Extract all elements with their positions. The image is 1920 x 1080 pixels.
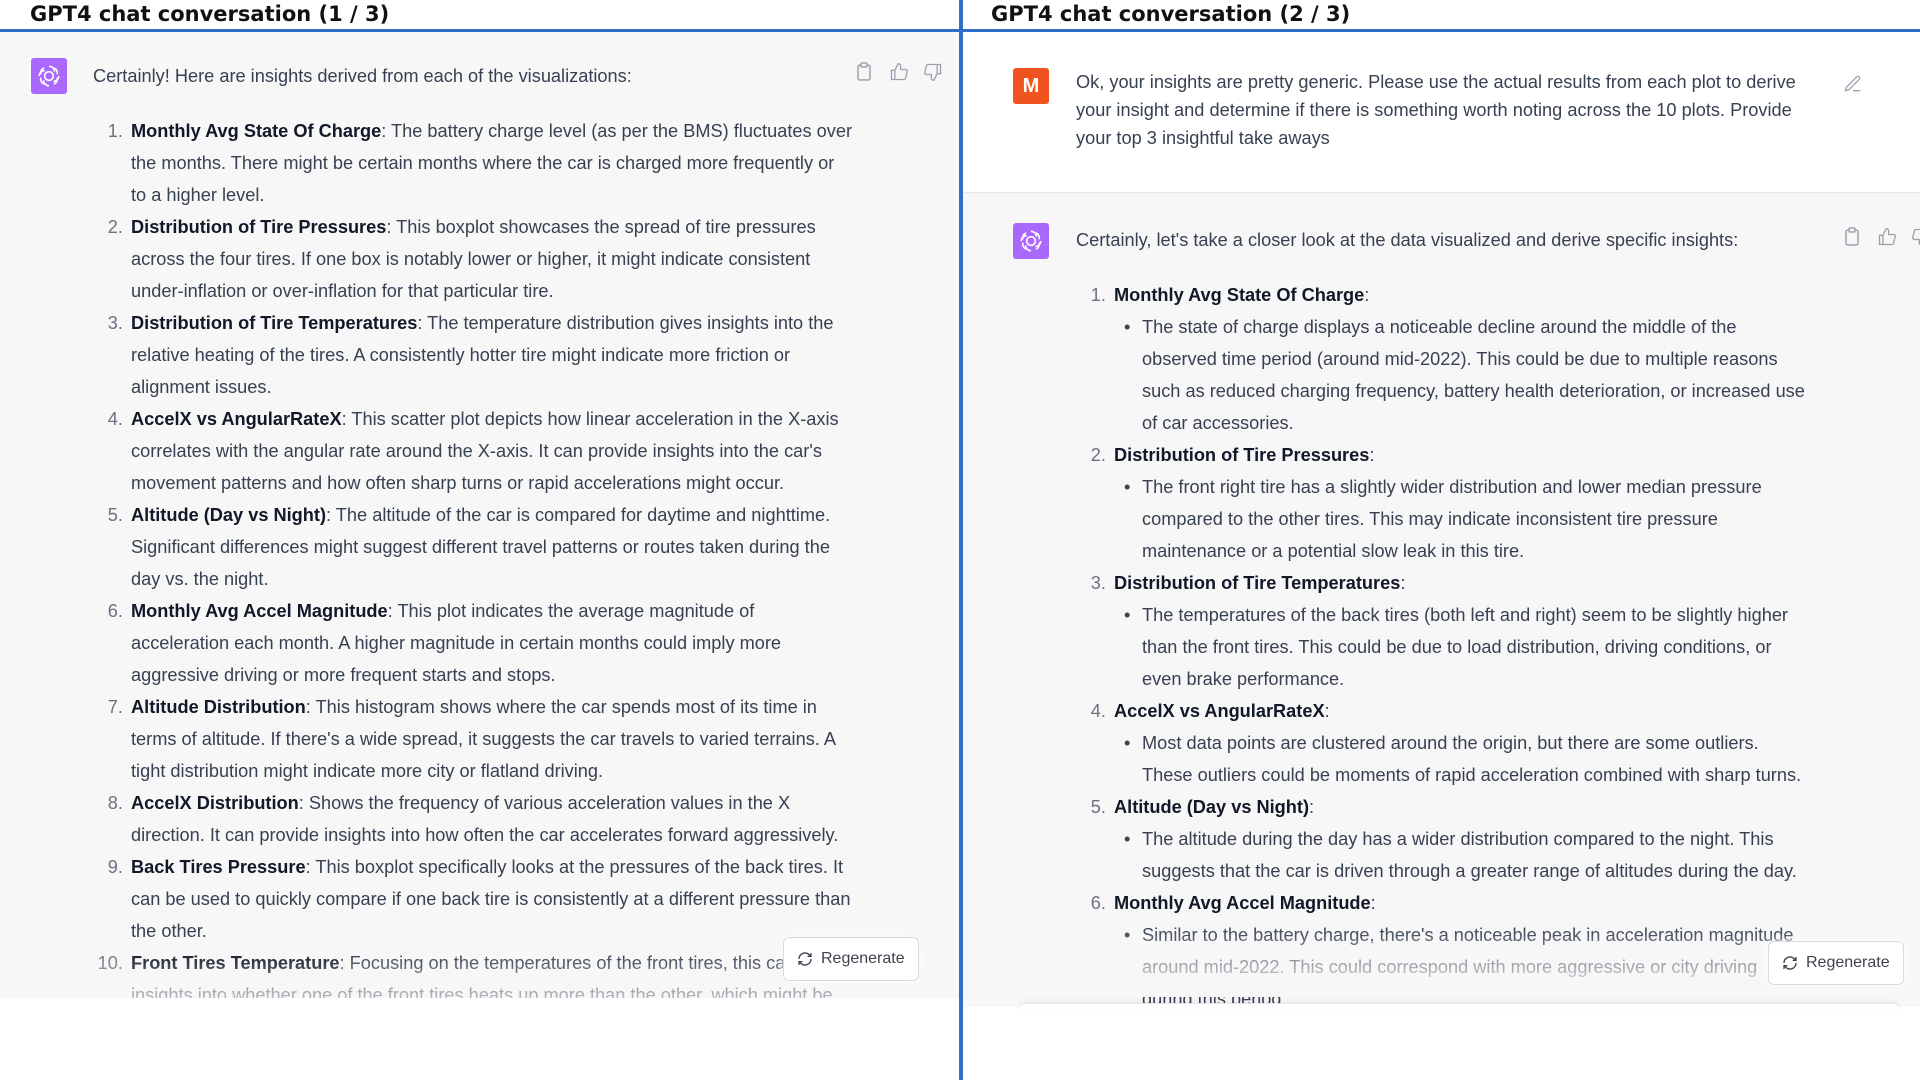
insight-item: Front Tires Temperature: Focusing on the…	[128, 947, 853, 998]
chat-area[interactable]: M Ok, your insights are pretty generic. …	[963, 32, 1920, 1007]
insight-title: Monthly Avg Accel Magnitude	[1114, 893, 1371, 913]
panel-conversation-2: GPT4 chat conversation (2 / 3) M Ok, you…	[963, 0, 1920, 1080]
chat-area[interactable]: Certainly! Here are insights derived fro…	[0, 32, 959, 998]
regenerate-label: Regenerate	[1806, 954, 1890, 971]
insight-item: Monthly Avg State Of Charge: The state of…	[1111, 279, 1811, 439]
user-message-text: Ok, your insights are pretty generic. Pl…	[1076, 72, 1796, 148]
edit-icon[interactable]	[1843, 74, 1863, 94]
openai-logo-icon	[1020, 230, 1042, 252]
insight-title: Back Tires Pressure	[131, 857, 306, 877]
thumbs-up-icon[interactable]	[1877, 227, 1897, 247]
insight-item: Distribution of Tire Pressures: This box…	[128, 211, 853, 307]
message-actions	[1843, 227, 1920, 247]
user-message-actions	[1843, 74, 1863, 94]
insight-title: Monthly Avg Accel Magnitude	[131, 601, 388, 621]
insight-title: AccelX Distribution	[131, 793, 299, 813]
thumbs-down-icon[interactable]	[1911, 227, 1920, 247]
insight-title-suffix: :	[1364, 285, 1370, 305]
user-avatar: M	[1013, 68, 1049, 104]
input-area	[0, 998, 959, 1080]
insight-title-suffix: :	[1309, 797, 1315, 817]
assistant-message-text: Certainly! Here are insights derived fro…	[93, 60, 853, 998]
insight-bullet: The temperatures of the back tires (both…	[1124, 599, 1811, 695]
insight-item: AccelX Distribution: Shows the frequency…	[128, 787, 853, 851]
panel-title: GPT4 chat conversation (2 / 3)	[963, 0, 1920, 32]
insight-bullets: The state of charge displays a noticeabl…	[1114, 311, 1811, 439]
insight-item: Distribution of Tire Temperatures: The te…	[1111, 567, 1811, 695]
insight-title: Distribution of Tire Temperatures	[131, 313, 418, 333]
insight-title: Altitude (Day vs Night)	[1114, 797, 1310, 817]
insight-bullet: The front right tire has a slightly wide…	[1124, 471, 1811, 567]
intro-text: Certainly, let's take a closer look at t…	[1076, 230, 1739, 250]
intro-text: Certainly! Here are insights derived fro…	[93, 66, 632, 86]
insight-title-suffix: :	[1400, 573, 1406, 593]
user-message: M Ok, your insights are pretty generic. …	[963, 32, 1920, 193]
insight-title: Monthly Avg State Of Charge	[131, 121, 382, 141]
input-box-edge[interactable]	[1018, 1003, 1900, 1012]
insight-item: Altitude (Day vs Night): The altitude dur…	[1111, 791, 1811, 887]
insight-item: Distribution of Tire Pressures: The front…	[1111, 439, 1811, 567]
insight-bullets: The temperatures of the back tires (both…	[1114, 599, 1811, 695]
regenerate-label: Regenerate	[821, 950, 905, 967]
panel-title: GPT4 chat conversation (1 / 3)	[0, 0, 959, 32]
insight-title: Distribution of Tire Pressures	[131, 217, 387, 237]
insight-title: Altitude Distribution	[131, 697, 306, 717]
insights-list: Monthly Avg State Of Charge: The battery…	[93, 115, 853, 998]
insight-title: AccelX vs AngularRateX	[1114, 701, 1325, 721]
insight-item: AccelX vs AngularRateX: Most data points …	[1111, 695, 1811, 791]
panel-conversation-1: GPT4 chat conversation (1 / 3) Certainly…	[0, 0, 959, 1080]
insight-item: Monthly Avg State Of Charge: The battery…	[128, 115, 853, 211]
insight-bullets: Similar to the battery charge, there's a…	[1114, 919, 1811, 1007]
insight-title: Distribution of Tire Pressures	[1114, 445, 1370, 465]
insight-item: Monthly Avg Accel Magnitude: This plot i…	[128, 595, 853, 691]
insight-title: Front Tires Temperature	[131, 953, 340, 973]
gpt-avatar	[1013, 223, 1049, 259]
insight-title-suffix: :	[1370, 893, 1376, 913]
gpt-avatar	[31, 58, 67, 94]
insight-item: Altitude (Day vs Night): The altitude of…	[128, 499, 853, 595]
insight-bullet: The altitude during the day has a wider …	[1124, 823, 1811, 887]
insight-title-suffix: :	[1369, 445, 1375, 465]
thumbs-down-icon[interactable]	[923, 62, 943, 82]
insight-bullets: Most data points are clustered around th…	[1114, 727, 1811, 791]
assistant-message: Certainly, let's take a closer look at t…	[963, 193, 1920, 1007]
insight-bullet: The state of charge displays a noticeabl…	[1124, 311, 1811, 439]
insight-bullet: Most data points are clustered around th…	[1124, 727, 1811, 791]
insight-title-suffix: :	[1324, 701, 1330, 721]
insight-item: Distribution of Tire Temperatures: The t…	[128, 307, 853, 403]
insight-bullets: The front right tire has a slightly wide…	[1114, 471, 1811, 567]
insight-item: Back Tires Pressure: This boxplot specif…	[128, 851, 853, 947]
regenerate-button[interactable]: Regenerate	[1768, 941, 1904, 985]
insight-item: Altitude Distribution: This histogram sh…	[128, 691, 853, 787]
insight-title: AccelX vs AngularRateX	[131, 409, 342, 429]
insight-bullet: Similar to the battery charge, there's a…	[1124, 919, 1811, 1007]
assistant-message-text: Certainly, let's take a closer look at t…	[1076, 224, 1811, 1007]
regenerate-button[interactable]: Regenerate	[783, 937, 919, 981]
insights-list: Monthly Avg State Of Charge: The state of…	[1076, 279, 1811, 1007]
insight-item: Monthly Avg Accel Magnitude: Similar to t…	[1111, 887, 1811, 1007]
insight-title: Distribution of Tire Temperatures	[1114, 573, 1401, 593]
thumbs-up-icon[interactable]	[889, 62, 909, 82]
insight-item: AccelX vs AngularRateX: This scatter plo…	[128, 403, 853, 499]
message-actions	[855, 62, 943, 82]
insight-bullets: The altitude during the day has a wider …	[1114, 823, 1811, 887]
copy-icon[interactable]	[1843, 227, 1863, 247]
openai-logo-icon	[38, 65, 60, 87]
assistant-message: Certainly! Here are insights derived fro…	[0, 32, 959, 998]
insight-title: Monthly Avg State Of Charge	[1114, 285, 1365, 305]
insight-title: Altitude (Day vs Night)	[131, 505, 327, 525]
refresh-icon	[1783, 956, 1797, 970]
copy-icon[interactable]	[855, 62, 875, 82]
refresh-icon	[798, 952, 812, 966]
